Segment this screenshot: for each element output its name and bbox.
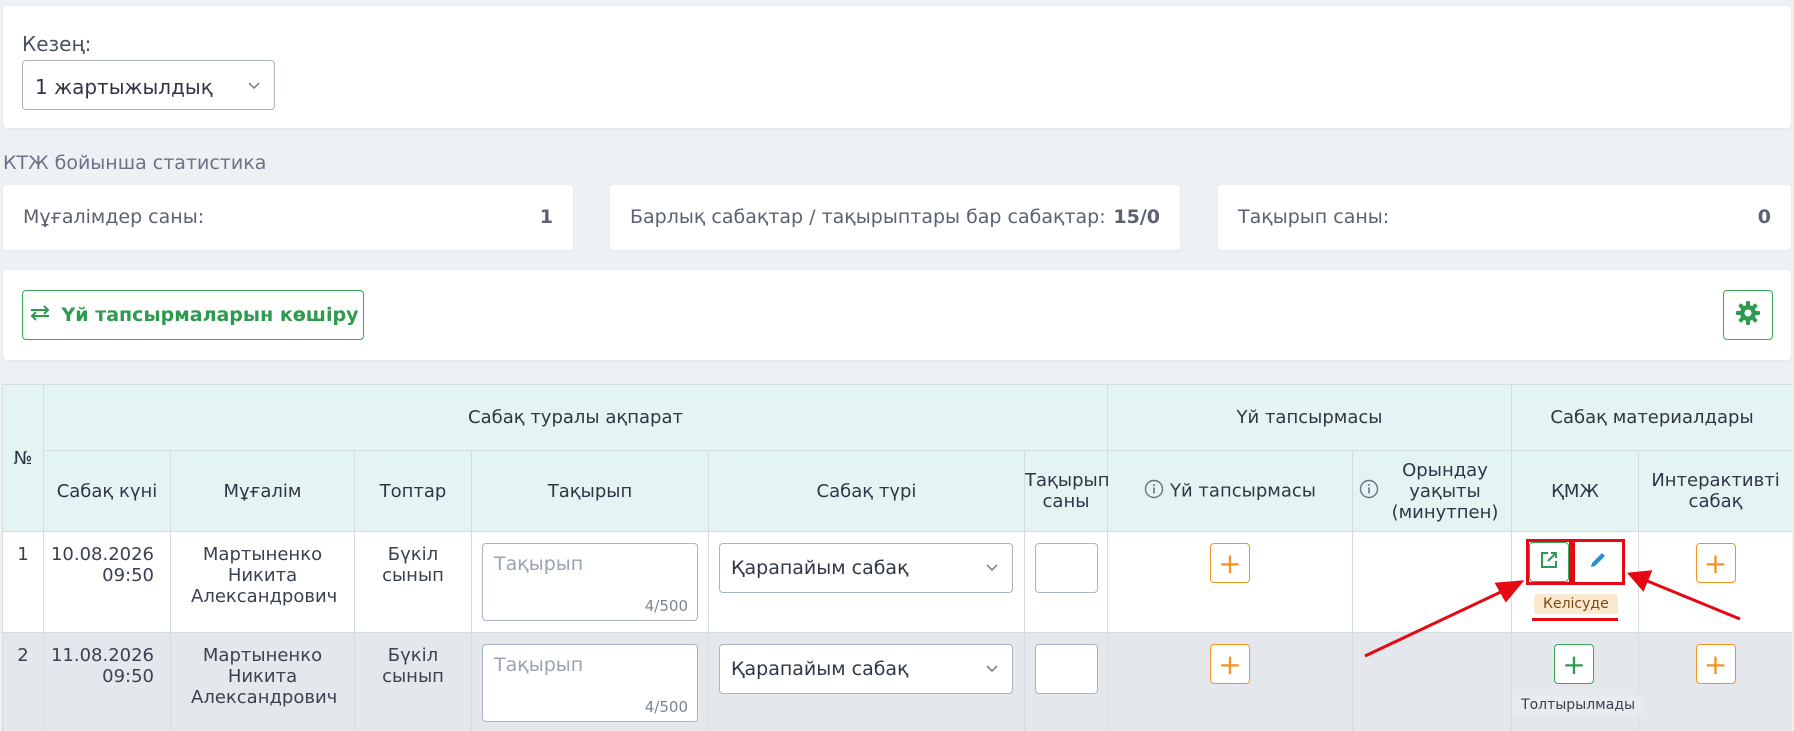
lesson-type-cell: Қарапайым сабақ bbox=[708, 632, 1025, 731]
add-homework-button[interactable]: + bbox=[1210, 644, 1250, 684]
col-homework-header: Үй тапсырмасы bbox=[1107, 450, 1353, 532]
teacher-name: Мартыненко Никита Александрович bbox=[170, 531, 355, 633]
col-topic-header: Тақырып bbox=[471, 450, 709, 532]
row-number: 2 bbox=[2, 632, 44, 731]
group-header-homework: Үй тапсырмасы bbox=[1106, 384, 1513, 451]
topic-count-cell bbox=[1024, 632, 1108, 731]
plus-icon: + bbox=[1562, 647, 1586, 681]
add-interactive-lesson-button[interactable]: + bbox=[1695, 644, 1736, 684]
topic-cell: Тақырып 4/500 bbox=[471, 632, 709, 731]
teacher-name: Мартыненко Никита Александрович bbox=[170, 632, 355, 731]
stat-lessons-value: 15/0 bbox=[1113, 206, 1160, 228]
chevron-down-icon bbox=[986, 662, 998, 674]
row-number: 1 bbox=[2, 531, 44, 633]
stat-topics-value: 0 bbox=[1757, 206, 1771, 228]
edit-kmzh-button[interactable] bbox=[1578, 542, 1619, 582]
period-select[interactable]: 1 жартыжылдық bbox=[22, 60, 275, 110]
interactive-cell: + bbox=[1638, 531, 1792, 633]
col-date-header: Сабақ күні bbox=[43, 450, 171, 532]
info-icon[interactable] bbox=[1144, 479, 1164, 504]
group-header-materials: Сабақ материалдары bbox=[1511, 384, 1792, 451]
settings-button[interactable] bbox=[1723, 290, 1773, 340]
stat-teachers: Мұғалімдер саны: 1 bbox=[3, 185, 573, 250]
group-header-lesson-info: Сабақ туралы ақпарат bbox=[43, 384, 1108, 451]
col-homework-label: Үй тапсырмасы bbox=[1170, 480, 1316, 501]
lesson-type-value: Қарапайым сабақ bbox=[731, 557, 909, 579]
copy-homework-label: Үй тапсырмаларын көшіру bbox=[61, 304, 359, 326]
topic-placeholder: Тақырып bbox=[494, 553, 584, 575]
kmzh-cell: Келісуде bbox=[1511, 531, 1640, 633]
lesson-type-value: Қарапайым сабақ bbox=[731, 658, 909, 680]
lesson-type-cell: Қарапайым сабақ bbox=[708, 531, 1025, 633]
topic-cell: Тақырып 4/500 bbox=[471, 531, 709, 633]
interactive-cell: + bbox=[1638, 632, 1792, 731]
table-row: 2 11.08.2026 09:50 Мартыненко Никита Але… bbox=[2, 632, 1792, 731]
homework-cell: + bbox=[1107, 531, 1353, 633]
groups: Бүкіл сынып bbox=[354, 531, 472, 633]
col-duration-header: Орындау уақыты (минутпен) bbox=[1351, 450, 1513, 532]
plus-icon: + bbox=[1703, 647, 1728, 681]
col-interactive-header: Интерактивті сабақ bbox=[1638, 450, 1792, 532]
kmzh-status-badge: Келісуде bbox=[1534, 594, 1618, 614]
stat-topics: Тақырып саны: 0 bbox=[1218, 185, 1791, 250]
topic-count-input[interactable] bbox=[1035, 644, 1098, 694]
annotation-underline bbox=[1532, 618, 1619, 621]
plus-icon: + bbox=[1218, 647, 1242, 681]
chevron-down-icon bbox=[248, 79, 260, 91]
kmzh-cell: + Толтырылмады bbox=[1511, 632, 1645, 731]
period-select-value: 1 жартыжылдық bbox=[35, 75, 213, 99]
stat-lessons-label: Барлық сабақтар / тақырыптары бар сабақт… bbox=[630, 206, 1106, 228]
topic-input[interactable]: Тақырып 4/500 bbox=[482, 644, 698, 722]
add-kmzh-button[interactable]: + bbox=[1554, 644, 1595, 684]
col-lesson-type-header: Сабақ түрі bbox=[708, 450, 1025, 532]
col-groups-header: Топтар bbox=[354, 450, 472, 532]
chevron-down-icon bbox=[986, 561, 998, 573]
topic-char-counter: 4/500 bbox=[644, 698, 688, 716]
groups: Бүкіл сынып bbox=[354, 632, 472, 731]
topic-input[interactable]: Тақырып 4/500 bbox=[482, 543, 698, 621]
lesson-time-value: 09:50 bbox=[102, 666, 154, 687]
open-kmzh-button[interactable] bbox=[1529, 542, 1570, 582]
lesson-date: 11.08.2026 09:50 bbox=[43, 632, 171, 731]
plus-icon: + bbox=[1218, 546, 1242, 580]
stat-teachers-value: 1 bbox=[539, 206, 553, 228]
topic-count-cell bbox=[1024, 531, 1108, 633]
stats-section-title: КТЖ бойынша статистика bbox=[3, 152, 267, 174]
plus-icon: + bbox=[1703, 546, 1728, 580]
lessons-table: № Сабақ туралы ақпарат Үй тапсырмасы Саб… bbox=[2, 384, 1792, 731]
toolbar: Үй тапсырмаларын көшіру bbox=[3, 270, 1791, 360]
lesson-date-value: 10.08.2026 bbox=[50, 544, 154, 565]
stat-lessons: Барлық сабақтар / тақырыптары бар сабақт… bbox=[610, 185, 1180, 250]
topic-char-counter: 4/500 bbox=[644, 597, 688, 615]
col-number-header: № bbox=[2, 384, 44, 532]
gear-icon bbox=[1735, 300, 1761, 330]
table-row: 1 10.08.2026 09:50 Мартыненко Никита Але… bbox=[2, 531, 1792, 633]
homework-cell: + bbox=[1107, 632, 1353, 731]
col-teacher-header: Мұғалім bbox=[170, 450, 355, 532]
add-interactive-lesson-button[interactable]: + bbox=[1695, 543, 1736, 583]
topic-placeholder: Тақырып bbox=[494, 654, 584, 676]
pencil-icon bbox=[1588, 550, 1608, 575]
lesson-type-select[interactable]: Қарапайым сабақ bbox=[719, 644, 1013, 694]
lesson-date: 10.08.2026 09:50 bbox=[43, 531, 171, 633]
kmzh-status-badge: Толтырылмады bbox=[1512, 695, 1645, 715]
copy-homework-button[interactable]: Үй тапсырмаларын көшіру bbox=[22, 290, 364, 340]
add-homework-button[interactable]: + bbox=[1210, 543, 1250, 583]
info-icon[interactable] bbox=[1359, 479, 1379, 504]
duration-cell bbox=[1351, 632, 1513, 731]
stat-teachers-label: Мұғалімдер саны: bbox=[23, 206, 205, 228]
col-kmzh-header: ҚМЖ bbox=[1511, 450, 1640, 532]
col-duration-label: Орындау уақыты (минутпен) bbox=[1391, 459, 1499, 523]
lesson-time-value: 09:50 bbox=[102, 565, 154, 586]
period-label: Кезең: bbox=[22, 32, 92, 56]
lesson-date-value: 11.08.2026 bbox=[50, 645, 154, 666]
lesson-type-select[interactable]: Қарапайым сабақ bbox=[719, 543, 1013, 593]
stat-topics-label: Тақырып саны: bbox=[1238, 206, 1390, 228]
external-link-icon bbox=[1539, 550, 1559, 575]
period-card: Кезең: 1 жартыжылдық bbox=[3, 6, 1791, 128]
duration-cell bbox=[1351, 531, 1513, 633]
swap-arrows-icon bbox=[28, 304, 52, 327]
topic-count-input[interactable] bbox=[1035, 543, 1098, 593]
col-topic-count-header: Тақырып саны bbox=[1024, 450, 1110, 532]
